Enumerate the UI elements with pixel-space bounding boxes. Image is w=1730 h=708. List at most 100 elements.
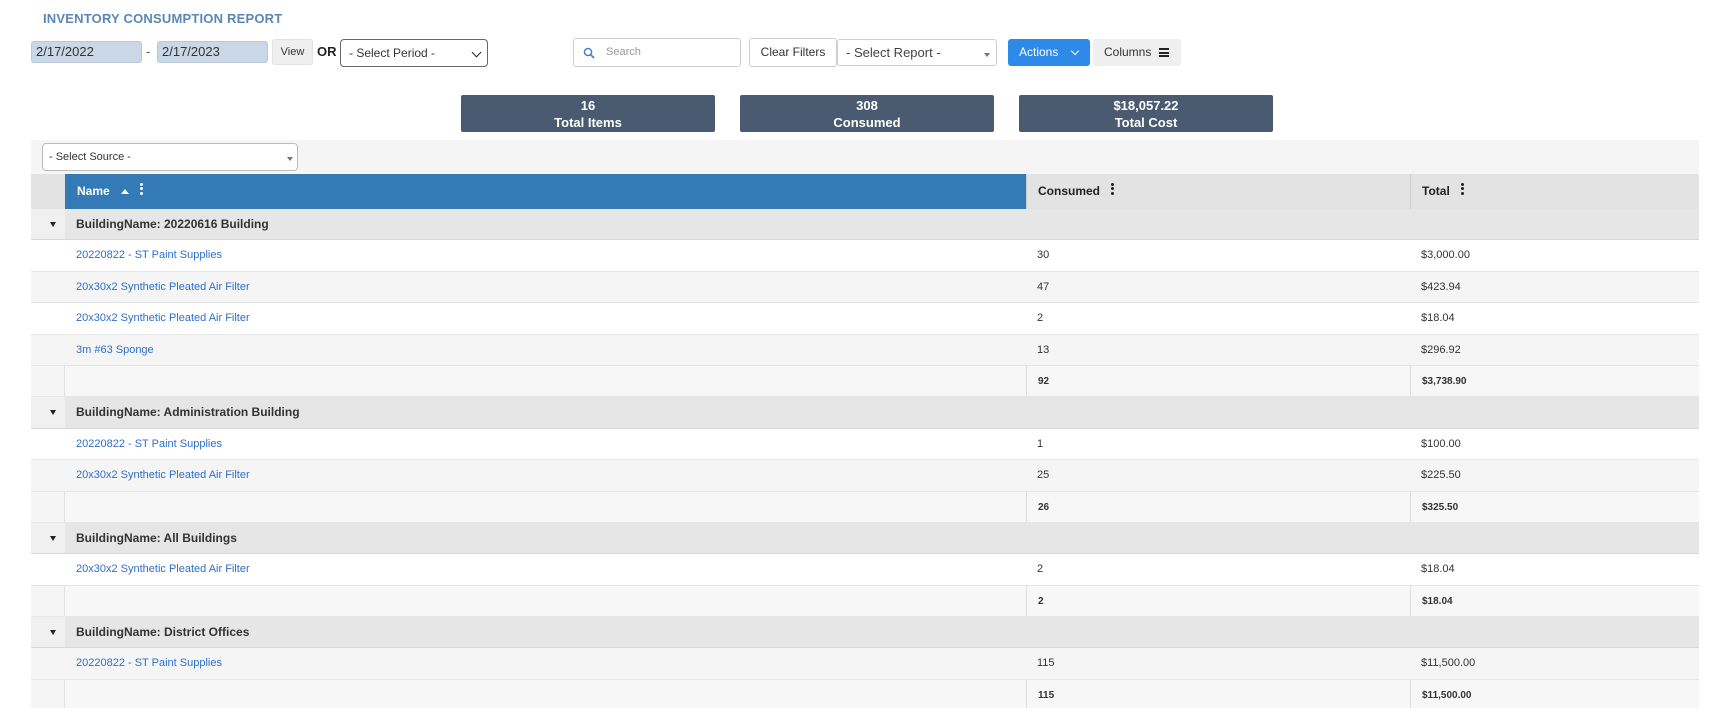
chevron-down-icon [1070,46,1080,56]
stat-consumed: 308 Consumed [740,95,994,132]
group-toggle[interactable] [31,522,65,554]
table-row: 3m #63 Sponge 13 $296.92 [31,334,1699,366]
clear-filters-button[interactable]: Clear Filters [749,38,837,67]
caret-down-icon [984,53,990,57]
column-header-total-label: Total [1422,184,1450,198]
cell-consumed: 2 [1037,563,1044,576]
column-menu-icon[interactable] [1461,182,1465,197]
cell-consumed: 13 [1037,343,1050,356]
cell-total: $3,000.00 [1421,249,1470,262]
columns-button[interactable]: Columns [1093,39,1181,66]
stat-total-items: 16 Total Items [461,95,715,132]
date-to-input[interactable]: 2/17/2023 [157,41,268,63]
group-summary-row: 115 $11,500.00 [31,679,1699,708]
item-link[interactable]: 20220822 - ST Paint Supplies [76,648,222,679]
page-title: INVENTORY CONSUMPTION REPORT [43,11,283,26]
grid-header: Name Consumed Total [31,174,1699,209]
sum-consumed: 2 [1026,585,1410,617]
or-label: OR [317,44,337,59]
sum-consumed: 26 [1026,491,1410,522]
table-row: 20220822 - ST Paint Supplies 1 $100.00 [31,428,1699,461]
summary-spacer [31,365,65,397]
table-row: 20x30x2 Synthetic Pleated Air Filter 47 … [31,271,1699,304]
caret-down-icon[interactable] [50,222,56,227]
cell-consumed: 47 [1037,280,1050,293]
stat-label: Consumed [833,115,901,130]
stat-label: Total Items [554,115,622,130]
column-menu-icon[interactable] [1111,182,1115,197]
table-row: 20220822 - ST Paint Supplies 30 $3,000.0… [31,240,1699,272]
report-grid: Name Consumed Total BuildingName: 202206… [31,174,1699,708]
table-row: 20220822 - ST Paint Supplies 115 $11,500… [31,648,1699,680]
item-link[interactable]: 20220822 - ST Paint Supplies [76,429,222,460]
group-summary-row: 2 $18.04 [31,585,1699,618]
cell-total: $11,500.00 [1421,657,1476,670]
cell-consumed: 1 [1037,437,1044,450]
summary-blank [65,585,1026,617]
search-input[interactable]: Search [573,38,741,67]
group-row[interactable]: BuildingName: District Offices [31,617,1699,649]
group-row[interactable]: BuildingName: 20220616 Building [31,209,1699,241]
column-menu-icon[interactable] [140,182,144,197]
item-link[interactable]: 20x30x2 Synthetic Pleated Air Filter [76,303,250,334]
summary-spacer [31,679,65,708]
column-header-name-label: Name [77,184,110,198]
caret-down-icon[interactable] [50,410,56,416]
group-label: BuildingName: Administration Building [76,405,300,420]
source-filter-bar: - Select Source - [31,140,1699,174]
cell-consumed: 30 [1037,249,1050,262]
sort-ascending-icon[interactable] [121,189,130,194]
group-toggle[interactable] [31,617,65,648]
cell-total: $18.04 [1421,563,1455,576]
summary-spacer [31,585,65,617]
date-separator: - [146,44,151,59]
group-row[interactable]: BuildingName: Administration Building [31,397,1699,429]
source-select[interactable]: - Select Source - [42,143,298,171]
caret-down-icon[interactable] [50,535,56,541]
caret-down-icon[interactable] [50,630,56,636]
cell-total: $100.00 [1421,437,1461,450]
summary-spacer [31,491,65,522]
column-header-total[interactable]: Total [1410,174,1699,209]
date-from-input[interactable]: 2/17/2022 [31,41,142,63]
stat-value: 16 [580,98,596,113]
group-toggle[interactable] [31,397,65,428]
summary-blank [65,491,1026,522]
item-link[interactable]: 20220822 - ST Paint Supplies [76,240,222,271]
column-header-consumed[interactable]: Consumed [1026,174,1410,209]
group-label: BuildingName: All Buildings [76,530,237,545]
sum-total: $11,500.00 [1410,679,1699,708]
group-label: BuildingName: District Offices [76,625,250,640]
cell-total: $18.04 [1421,312,1455,325]
cell-total: $225.50 [1421,469,1461,482]
actions-label: Actions [1019,45,1059,59]
item-link[interactable]: 20x30x2 Synthetic Pleated Air Filter [76,272,250,303]
item-link[interactable]: 20x30x2 Synthetic Pleated Air Filter [76,554,250,585]
stat-label: Total Cost [1114,115,1178,130]
column-header-name[interactable]: Name [65,174,1026,209]
sum-total: $325.50 [1410,491,1699,522]
group-summary-row: 92 $3,738.90 [31,365,1699,398]
view-button[interactable]: View [272,39,313,65]
stat-value: 308 [856,98,878,113]
table-row: 20x30x2 Synthetic Pleated Air Filter 25 … [31,460,1699,492]
group-toggle[interactable] [31,209,65,240]
group-row[interactable]: BuildingName: All Buildings [31,522,1699,555]
actions-button[interactable]: Actions [1008,39,1090,66]
sum-consumed: 92 [1026,365,1410,397]
period-select[interactable]: - Select Period - [340,39,488,67]
summary-blank [65,679,1026,708]
search-placeholder: Search [606,46,641,58]
source-select-value: - Select Source - [49,151,131,163]
report-select[interactable]: - Select Report - [837,39,997,66]
item-link[interactable]: 20x30x2 Synthetic Pleated Air Filter [76,460,250,491]
sum-total: $18.04 [1410,585,1699,617]
cell-consumed: 2 [1037,312,1044,325]
table-row: 20x30x2 Synthetic Pleated Air Filter 2 $… [31,554,1699,586]
caret-down-icon [287,157,293,161]
menu-icon [1159,48,1169,57]
chevron-down-icon [471,47,482,58]
sum-consumed: 115 [1026,679,1410,708]
cell-consumed: 25 [1037,469,1050,482]
item-link[interactable]: 3m #63 Sponge [76,335,154,366]
